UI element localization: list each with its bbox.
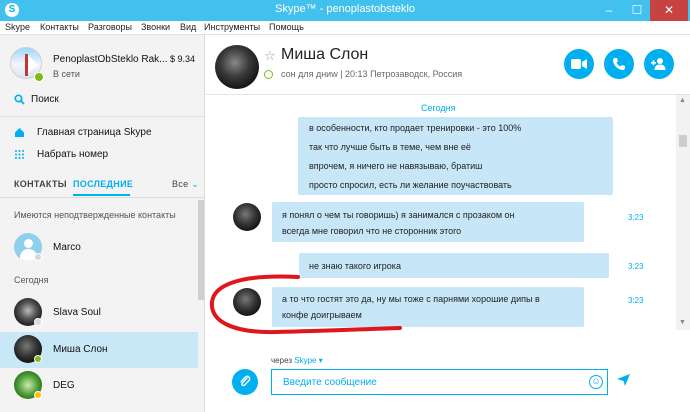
menu-calls[interactable]: Звонки	[141, 22, 170, 32]
unconfirmed-contacts-notice[interactable]: Имеются неподтвержденные контакты	[14, 210, 176, 220]
maximize-button[interactable]: ☐	[623, 0, 651, 21]
account-balance[interactable]: $ 9.34	[170, 54, 195, 64]
menu-conversations[interactable]: Разговоры	[88, 22, 132, 32]
chat-title: Миша Слон	[281, 46, 369, 63]
close-button[interactable]: ✕	[650, 0, 688, 21]
message-text: а то что гостят это да, ну мы тоже с пар…	[282, 294, 540, 304]
message-text: так что лучше быть в теме, чем вне её	[309, 142, 471, 152]
skype-home-label: Главная страница Skype	[37, 127, 152, 138]
tab-contacts[interactable]: КОНТАКТЫ	[14, 179, 67, 189]
message-bubble-outgoing[interactable]: в особенности, кто продает тренировки - …	[298, 117, 613, 195]
contact-tabs: КОНТАКТЫ ПОСЛЕДНИЕ Все ⌄	[0, 176, 204, 196]
menu-skype[interactable]: Skype	[5, 22, 30, 32]
dial-number-link[interactable]: Набрать номер	[14, 149, 194, 163]
message-text: я понял о чем ты говоришь) я занимался с…	[282, 210, 515, 220]
via-prefix: через	[271, 356, 293, 365]
online-status-icon	[34, 72, 44, 82]
contact-row-misha-slon[interactable]: Миша Слон	[0, 332, 198, 368]
active-tab-indicator	[73, 194, 130, 196]
presence-away-icon	[34, 391, 42, 399]
minimize-button[interactable]: –	[595, 0, 623, 21]
menu-view[interactable]: Вид	[180, 22, 196, 32]
section-today: Сегодня	[14, 275, 49, 285]
profile-name[interactable]: PenoplastObSteklo Rak...	[53, 54, 168, 65]
presence-unknown-icon	[34, 253, 42, 261]
message-time: 3:23	[628, 213, 644, 222]
video-camera-icon	[571, 59, 587, 69]
audio-call-button[interactable]	[604, 49, 634, 79]
message-time: 3:23	[628, 296, 644, 305]
via-service: Skype ▾	[294, 356, 323, 365]
contact-name: Slava Soul	[53, 307, 101, 318]
contacts-scrollbar[interactable]	[198, 200, 204, 300]
scroll-up-icon[interactable]: ▲	[679, 97, 686, 104]
divider	[0, 116, 204, 117]
message-text: не знаю такого игрока	[309, 261, 401, 271]
contact-name: Миша Слон	[53, 344, 108, 355]
message-bubble-incoming[interactable]: я понял о чем ты говоришь) я занимался с…	[272, 202, 584, 242]
message-time: 3:23	[628, 262, 644, 271]
skype-home-link[interactable]: Главная страница Skype	[14, 127, 194, 141]
presence-unknown-icon	[34, 318, 42, 326]
scroll-down-icon[interactable]: ▼	[679, 319, 686, 326]
search-icon	[14, 94, 26, 108]
message-text: конфе доигрываем	[282, 310, 362, 320]
message-history: Сегодня в особенности, кто продает трени…	[206, 95, 690, 330]
sender-avatar[interactable]	[233, 288, 261, 316]
window-title: Skype™ - penoplastobsteklo	[274, 3, 416, 15]
profile-status[interactable]: В сети	[53, 69, 80, 79]
message-text: в особенности, кто продает тренировки - …	[309, 123, 522, 133]
add-people-button[interactable]	[644, 49, 674, 79]
presence-online-icon	[264, 70, 273, 79]
divider	[0, 197, 204, 198]
left-pane: PenoplastObSteklo Rak... В сети $ 9.34 П…	[0, 35, 205, 412]
message-text: впрочем, я ничего не навязываю, братиш	[309, 161, 483, 171]
tab-recent[interactable]: ПОСЛЕДНИЕ	[73, 179, 133, 189]
chat-subtitle: сон для дниw | 20:13 Петрозаводск, Росси…	[281, 69, 463, 79]
emoticon-icon[interactable]: ☺	[589, 375, 603, 389]
message-input[interactable]	[271, 369, 608, 395]
contact-row-marco[interactable]: Marco	[0, 230, 198, 266]
search-button[interactable]: Поиск	[14, 94, 194, 108]
contact-name: DEG	[53, 380, 75, 391]
menu-contacts[interactable]: Контакты	[40, 22, 79, 32]
dialpad-icon	[14, 149, 26, 163]
title-bar: S Skype™ - penoplastobsteklo – ☐ ✕	[0, 0, 690, 21]
message-text: просто спросил, есть ли желание поучаств…	[309, 180, 512, 190]
contact-row-slava-soul[interactable]: Slava Soul	[0, 295, 198, 331]
attach-button[interactable]	[232, 369, 258, 395]
send-icon[interactable]	[617, 374, 630, 389]
video-call-button[interactable]	[564, 49, 594, 79]
day-separator: Сегодня	[421, 103, 456, 113]
filter-label: Все	[172, 179, 189, 189]
paperclip-icon	[240, 375, 251, 387]
message-bubble-incoming[interactable]: а то что гостят это да, ну мы тоже с пар…	[272, 287, 584, 327]
presence-online-icon	[34, 355, 42, 363]
sender-avatar[interactable]	[233, 203, 261, 231]
menu-help[interactable]: Помощь	[269, 22, 304, 32]
send-via-selector[interactable]: через Skype ▾	[271, 356, 323, 365]
home-icon	[14, 127, 26, 141]
chat-scrollbar[interactable]: ▲ ▼	[676, 95, 690, 330]
scrollbar-thumb[interactable]	[679, 135, 687, 147]
filter-dropdown[interactable]: Все ⌄	[172, 179, 199, 190]
message-bubble-outgoing[interactable]: не знаю такого игрока	[299, 253, 609, 278]
contact-row-deg[interactable]: DEG	[0, 368, 198, 404]
menu-tools[interactable]: Инструменты	[204, 22, 260, 32]
message-text: всегда мне говорил что не сторонник этог…	[282, 226, 462, 236]
add-person-icon	[651, 58, 666, 70]
chat-avatar[interactable]	[215, 45, 259, 89]
search-label: Поиск	[31, 94, 59, 105]
contact-name: Marco	[53, 242, 81, 253]
menu-bar: Skype Контакты Разговоры Звонки Вид Инст…	[0, 21, 690, 35]
dial-number-label: Набрать номер	[37, 149, 109, 160]
star-icon[interactable]: ☆	[264, 48, 276, 64]
chevron-down-icon: ⌄	[191, 179, 200, 189]
phone-icon	[613, 58, 625, 70]
